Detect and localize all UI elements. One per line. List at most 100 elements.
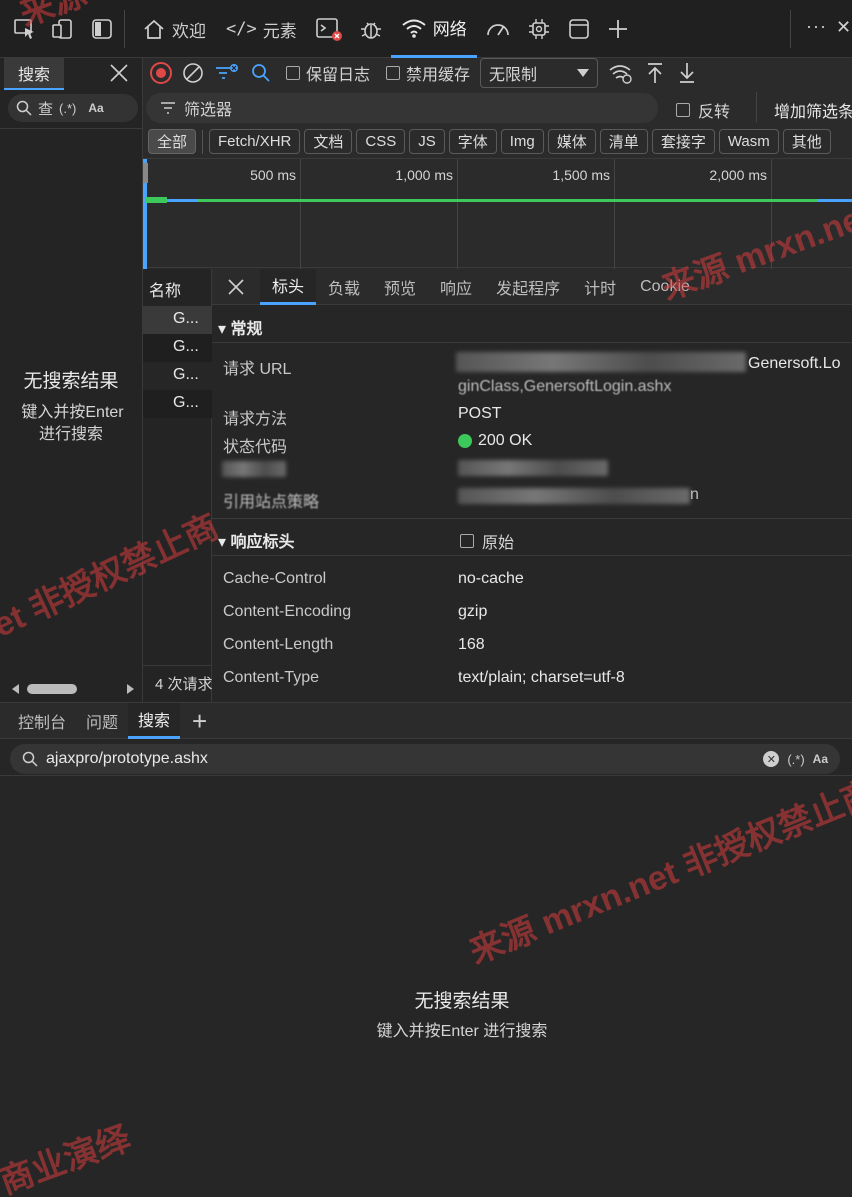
request-method-value: POST <box>458 405 502 422</box>
add-drawer-tab-icon[interactable]: + <box>192 708 207 734</box>
throttling-select[interactable]: 无限制 <box>480 58 599 88</box>
drawer-search-input[interactable]: ajaxpro/prototype.ashx ✕ (.*) Aa <box>10 744 840 774</box>
type-filter-2[interactable]: 文档 <box>304 129 353 154</box>
left-search-input[interactable]: 查 (.*) Aa <box>8 94 138 122</box>
tab-application[interactable] <box>559 0 599 58</box>
drawer-tab-1[interactable]: 问题 <box>76 703 128 739</box>
tab-elements[interactable]: </> 元素 <box>216 0 307 58</box>
dock-side-icon[interactable] <box>89 17 115 41</box>
type-filter-3[interactable]: CSS <box>356 129 406 154</box>
more-options-icon[interactable]: ··· <box>806 16 827 37</box>
match-case-toggle[interactable]: Aa <box>813 752 828 766</box>
divider <box>0 128 142 129</box>
clear-icon[interactable] <box>182 62 204 84</box>
clear-search-icon[interactable]: ✕ <box>763 751 780 767</box>
drawer-tabs: 控制台 问题 搜索 <box>0 702 181 739</box>
details-tab-1[interactable]: 负载 <box>316 269 372 305</box>
drawer-tab-2[interactable]: 搜索 <box>128 702 181 739</box>
type-filter-7[interactable]: 媒体 <box>547 129 596 154</box>
response-header-name: Content-Length <box>223 636 334 653</box>
raw-box[interactable] <box>460 534 474 548</box>
response-headers-section: ▾ 响应标头 原始 <box>212 518 852 556</box>
general-section-header[interactable]: ▾ 常规 <box>212 307 852 343</box>
type-filter-9[interactable]: 套接字 <box>651 129 715 154</box>
type-filter-8[interactable]: 清单 <box>599 129 648 154</box>
export-har-icon[interactable] <box>676 61 698 85</box>
more-filters-button[interactable]: 增加筛选条件 <box>774 98 852 122</box>
preserve-log-label: 保留日志 <box>306 67 371 84</box>
divider <box>756 92 757 122</box>
console-error-icon <box>315 18 342 41</box>
preserve-log-checkbox[interactable]: 保留日志 <box>286 61 370 85</box>
raw-checkbox[interactable]: 原始 <box>460 529 514 553</box>
disable-cache-checkbox[interactable]: 禁用缓存 <box>386 61 470 85</box>
throttling-value: 无限制 <box>489 67 538 84</box>
import-har-icon[interactable] <box>644 61 666 85</box>
details-tab-4[interactable]: 发起程序 <box>484 269 572 305</box>
preserve-log-box[interactable] <box>286 66 300 80</box>
network-controls: 保留日志 禁用缓存 无限制 <box>150 58 852 88</box>
scroll-left-icon[interactable] <box>12 684 19 694</box>
type-filter-0[interactable]: 全部 <box>148 129 197 154</box>
invert-checkbox[interactable]: 反转 <box>676 98 730 122</box>
timeline-tick-label: 500 ms <box>250 167 296 183</box>
tab-welcome[interactable]: 欢迎 <box>132 0 216 58</box>
left-hint-line2: 进行搜索 <box>38 426 103 443</box>
details-tab-5[interactable]: 计时 <box>572 269 628 305</box>
response-headers-title[interactable]: ▾ 响应标头 <box>218 528 294 552</box>
regex-toggle[interactable]: (.*) <box>787 752 804 767</box>
timeline-gridline <box>614 159 615 269</box>
name-column-header[interactable]: 名称 <box>149 277 181 301</box>
request-row[interactable]: G... <box>143 334 212 362</box>
status-code-text: 200 OK <box>478 432 533 449</box>
scroll-right-icon[interactable] <box>127 684 134 694</box>
details-tab-2[interactable]: 预览 <box>372 269 428 305</box>
add-tool-button[interactable] <box>599 0 637 58</box>
match-case-toggle[interactable]: Aa <box>88 101 103 115</box>
request-row[interactable]: G... <box>143 390 212 418</box>
type-filter-6[interactable]: Img <box>500 129 544 154</box>
regex-toggle[interactable]: (.*) <box>59 101 76 116</box>
request-row[interactable]: G... <box>143 306 212 334</box>
bug-icon <box>360 22 381 39</box>
response-header-name: Content-Type <box>223 669 320 686</box>
request-url-label: 请求 URL <box>223 361 292 378</box>
network-conditions-icon[interactable] <box>608 62 634 84</box>
filter-toggle-icon[interactable] <box>214 62 240 84</box>
left-horizontal-scrollbar[interactable] <box>12 682 134 696</box>
type-filter-11[interactable]: 其他 <box>782 129 831 154</box>
request-list: 名称 G... G... G... G... 4 次请求 <box>143 269 212 702</box>
drawer-no-results: 无搜索结果 <box>414 991 510 1012</box>
disable-cache-label: 禁用缓存 <box>406 67 471 84</box>
tab-memory[interactable] <box>519 0 559 58</box>
type-filter-4[interactable]: JS <box>409 129 445 154</box>
invert-box[interactable] <box>676 103 690 117</box>
filter-input[interactable]: 筛选器 <box>146 93 658 123</box>
record-button[interactable] <box>150 62 172 84</box>
tab-performance[interactable] <box>477 0 519 58</box>
drawer-tab-0[interactable]: 控制台 <box>8 703 76 739</box>
close-details-icon[interactable] <box>212 278 260 296</box>
tab-network[interactable]: 网络 <box>390 0 477 58</box>
close-devtools-icon[interactable]: ✕ <box>836 17 851 38</box>
request-method-label: 请求方法 <box>223 411 288 428</box>
chevron-down-icon <box>577 69 590 77</box>
tab-sources[interactable] <box>351 0 391 58</box>
tab-console[interactable] <box>307 0 351 58</box>
timeline-waterfall-bar <box>145 197 167 203</box>
details-tab-0[interactable]: 标头 <box>260 268 317 305</box>
disable-cache-box[interactable] <box>386 66 401 80</box>
toolbar-divider <box>790 10 791 48</box>
search-tab[interactable]: 搜索 <box>4 58 64 90</box>
search-network-icon[interactable] <box>250 62 272 84</box>
type-filter-5[interactable]: 字体 <box>448 129 497 154</box>
close-search-pane-icon[interactable] <box>108 62 132 86</box>
request-url-value-line2: ginClass,GenersoftLogin.ashx <box>458 378 672 395</box>
type-filter-1[interactable]: Fetch/XHR <box>209 129 301 154</box>
timeline-tick-label: 1,000 ms <box>395 167 453 183</box>
timeline-gridline <box>300 159 301 269</box>
details-tab-3[interactable]: 响应 <box>428 269 484 305</box>
request-row[interactable]: G... <box>143 362 212 390</box>
scroll-thumb[interactable] <box>27 684 77 694</box>
type-filter-10[interactable]: Wasm <box>718 129 779 154</box>
